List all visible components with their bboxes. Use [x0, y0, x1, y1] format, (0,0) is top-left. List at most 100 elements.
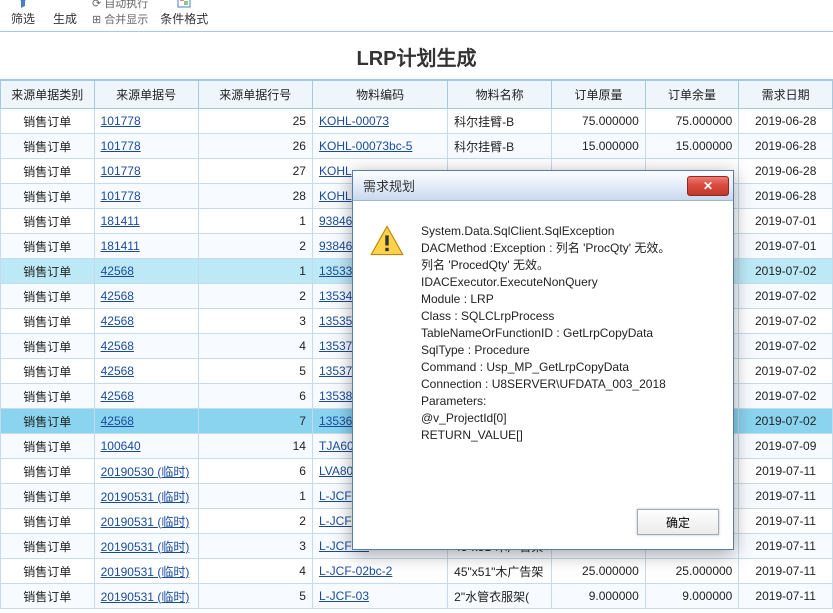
- src-link[interactable]: 20190531 (临时): [101, 590, 190, 604]
- table-row[interactable]: 销售订单10177825KOHL-00073科尔挂臂-B75.00000075.…: [1, 109, 833, 134]
- mat-link[interactable]: TJA60: [319, 439, 354, 453]
- src-link[interactable]: 42568: [101, 339, 134, 353]
- mat-link[interactable]: 93846: [319, 239, 352, 253]
- cell-date: 2019-07-11: [739, 484, 833, 509]
- src-link[interactable]: 101778: [101, 189, 141, 203]
- cell-mat: L-JCF-02bc-2: [312, 559, 447, 584]
- cell-name: 科尔挂臂-B: [448, 109, 552, 134]
- src-link[interactable]: 42568: [101, 389, 134, 403]
- cell-type: 销售订单: [1, 409, 95, 434]
- mat-link[interactable]: L-JCF: [319, 489, 352, 503]
- col-line[interactable]: 来源单据行号: [198, 81, 312, 109]
- mat-link[interactable]: 13537: [319, 364, 352, 378]
- col-date[interactable]: 需求日期: [739, 81, 833, 109]
- toolbar: 筛选 生成 ⟳ 自动执行 ⊞ 合并显示 条件格式: [0, 0, 833, 32]
- ok-button[interactable]: 确定: [637, 509, 719, 535]
- cell-srcno: 42568: [94, 409, 198, 434]
- cell-line: 5: [198, 584, 312, 609]
- col-rem[interactable]: 订单余量: [645, 81, 739, 109]
- mat-link[interactable]: KOHL: [319, 189, 352, 203]
- dialog-close-button[interactable]: ✕: [687, 176, 729, 196]
- col-type[interactable]: 来源单据类别: [1, 81, 95, 109]
- cell-srcno: 42568: [94, 309, 198, 334]
- table-row[interactable]: 销售订单20190531 (临时)5L-JCF-032"水管衣服架(9.0000…: [1, 584, 833, 609]
- col-qty[interactable]: 订单原量: [552, 81, 646, 109]
- src-link[interactable]: 42568: [101, 264, 134, 278]
- src-link[interactable]: 42568: [101, 414, 134, 428]
- generate-button[interactable]: 生成: [50, 10, 80, 27]
- filter-button[interactable]: 筛选: [8, 0, 38, 27]
- cell-rem: 75.000000: [645, 109, 739, 134]
- col-srcno[interactable]: 来源单据号: [94, 81, 198, 109]
- condfmt-label: 条件格式: [160, 10, 208, 27]
- cell-type: 销售订单: [1, 334, 95, 359]
- cell-line: 27: [198, 159, 312, 184]
- cell-date: 2019-07-09: [739, 434, 833, 459]
- src-link[interactable]: 20190531 (临时): [101, 490, 190, 504]
- condfmt-button[interactable]: 条件格式: [160, 0, 208, 27]
- cell-date: 2019-06-28: [739, 134, 833, 159]
- cell-line: 6: [198, 459, 312, 484]
- mat-link[interactable]: KOHL: [319, 164, 352, 178]
- mat-link[interactable]: L-JCF-02bc-2: [319, 564, 392, 578]
- mat-link[interactable]: KOHL-00073bc-5: [319, 139, 412, 153]
- cell-qty: 75.000000: [552, 109, 646, 134]
- close-icon: ✕: [703, 179, 713, 193]
- src-link[interactable]: 181411: [101, 239, 140, 253]
- table-row[interactable]: 销售订单20190531 (临时)4L-JCF-02bc-245"x51"木广告…: [1, 559, 833, 584]
- cell-line: 1: [198, 209, 312, 234]
- src-link[interactable]: 101778: [101, 114, 141, 128]
- src-link[interactable]: 20190530 (临时): [101, 465, 190, 479]
- cell-line: 4: [198, 559, 312, 584]
- cell-mat: KOHL-00073: [312, 109, 447, 134]
- src-link[interactable]: 20190531 (临时): [101, 540, 190, 554]
- mat-link[interactable]: 13536: [319, 414, 352, 428]
- cell-srcno: 42568: [94, 359, 198, 384]
- mat-link[interactable]: LVA80: [319, 464, 353, 478]
- mat-link[interactable]: 13535: [319, 314, 352, 328]
- cell-date: 2019-07-02: [739, 409, 833, 434]
- cell-srcno: 101778: [94, 159, 198, 184]
- cell-mat: L-JCF-03: [312, 584, 447, 609]
- cell-line: 1: [198, 484, 312, 509]
- cell-line: 2: [198, 234, 312, 259]
- cell-srcno: 181411: [94, 209, 198, 234]
- cell-type: 销售订单: [1, 359, 95, 384]
- cell-qty: 15.000000: [552, 134, 646, 159]
- cell-line: 2: [198, 284, 312, 309]
- src-link[interactable]: 181411: [101, 214, 140, 228]
- cell-type: 销售订单: [1, 559, 95, 584]
- cell-date: 2019-07-02: [739, 384, 833, 409]
- mat-link[interactable]: 13538: [319, 389, 352, 403]
- col-mat[interactable]: 物料编码: [312, 81, 447, 109]
- src-link[interactable]: 101778: [101, 164, 141, 178]
- mat-link[interactable]: L-JCF-03: [319, 589, 369, 603]
- page-title: LRP计划生成: [0, 32, 833, 80]
- mat-link[interactable]: 93846: [319, 214, 352, 228]
- auto-exec-label: 自动执行: [104, 0, 148, 10]
- mat-link[interactable]: KOHL-00073: [319, 114, 389, 128]
- dialog-titlebar[interactable]: 需求规划 ✕: [353, 171, 733, 201]
- src-link[interactable]: 20190531 (临时): [101, 515, 190, 529]
- cell-line: 1: [198, 259, 312, 284]
- cell-line: 4: [198, 334, 312, 359]
- src-link[interactable]: 42568: [101, 289, 134, 303]
- cell-date: 2019-07-02: [739, 284, 833, 309]
- mat-link[interactable]: L-JCF: [319, 514, 352, 528]
- src-link[interactable]: 42568: [101, 364, 134, 378]
- cell-rem: 25.000000: [645, 559, 739, 584]
- src-link[interactable]: 101778: [101, 139, 141, 153]
- mat-link[interactable]: 13533: [319, 264, 352, 278]
- src-link[interactable]: 42568: [101, 314, 134, 328]
- cell-type: 销售订单: [1, 234, 95, 259]
- mat-link[interactable]: 13537: [319, 339, 352, 353]
- merge-group[interactable]: ⟳ 自动执行 ⊞ 合并显示: [92, 0, 148, 27]
- cell-name: 2"水管衣服架(: [448, 584, 552, 609]
- cell-type: 销售订单: [1, 484, 95, 509]
- mat-link[interactable]: 13534: [319, 289, 352, 303]
- src-link[interactable]: 20190531 (临时): [101, 565, 190, 579]
- col-name[interactable]: 物料名称: [448, 81, 552, 109]
- table-row[interactable]: 销售订单10177826KOHL-00073bc-5科尔挂臂-B15.00000…: [1, 134, 833, 159]
- src-link[interactable]: 100640: [101, 439, 141, 453]
- generate-label: 生成: [53, 10, 77, 27]
